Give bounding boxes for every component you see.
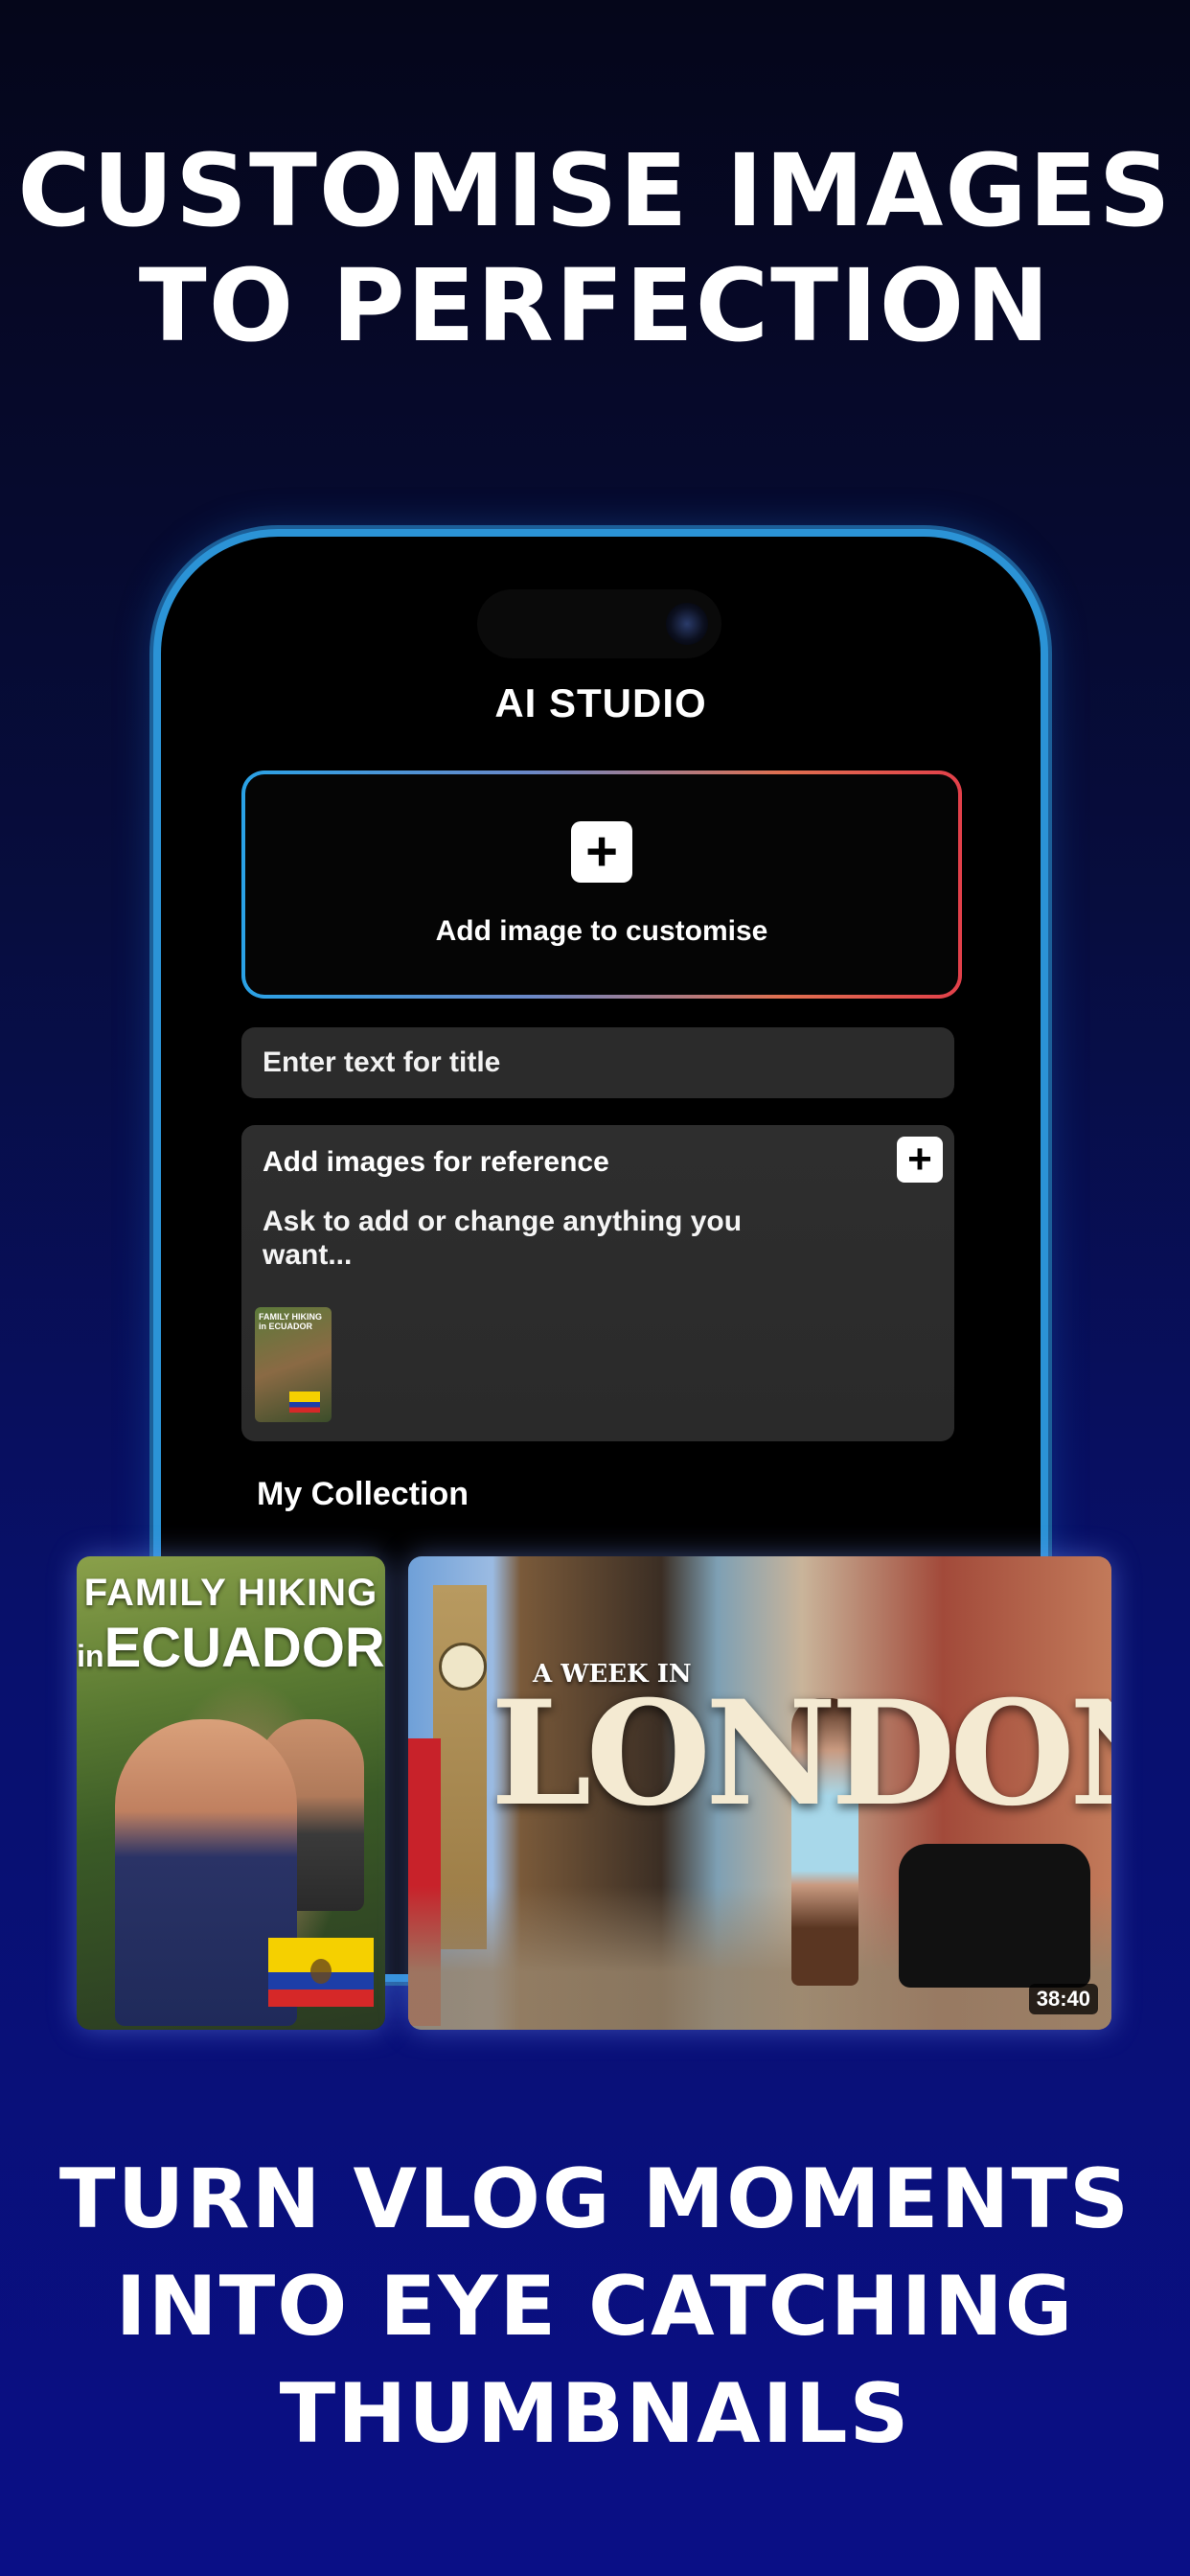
video-duration-badge: 38:40	[1028, 1984, 1098, 2014]
thumbnail-ecuador[interactable]: FAMILY HIKING inECUADOR	[77, 1556, 385, 2030]
thumbnail-title: LONDON	[491, 1669, 1111, 1838]
headline-top-line-1: CUSTOMISE IMAGES	[17, 132, 1173, 249]
reference-title: Add images for reference	[263, 1146, 609, 1178]
headline-top-line-2: TO PERFECTION	[138, 246, 1052, 364]
reference-panel: Add images for reference + Ask to add or…	[241, 1125, 954, 1441]
headline-bottom-line-1: TURN VLOG MOMENTS	[58, 2151, 1132, 2247]
add-image-card[interactable]: + Add image to customise	[241, 770, 962, 999]
reference-thumbnail[interactable]: FAMILY HIKING in ECUADOR	[255, 1307, 332, 1422]
camera-icon	[666, 603, 708, 645]
thumbnail-title-line-2: inECUADOR	[77, 1616, 385, 1680]
thumbnail-title-line-1: FAMILY HIKING	[83, 1572, 378, 1614]
ecuador-flag-icon	[289, 1392, 320, 1413]
screen-title: AI STUDIO	[494, 680, 707, 725]
my-collection-label: My Collection	[257, 1476, 469, 1512]
headline-top: CUSTOMISE IMAGES TO PERFECTION	[0, 132, 1190, 364]
thumbnail-london[interactable]: A WEEK IN LONDON 38:40	[408, 1556, 1111, 2030]
taxi-image	[899, 1844, 1090, 1988]
headline-bottom-line-2: INTO EYE CATCHING	[115, 2258, 1075, 2355]
prompt-input[interactable]: Ask to add or change anything you want..…	[263, 1206, 761, 1272]
thumbnail-title-main: ECUADOR	[103, 1617, 385, 1679]
dynamic-island	[477, 589, 721, 658]
headline-bottom: TURN VLOG MOMENTS INTO EYE CATCHING THUM…	[0, 2147, 1190, 2468]
plus-icon[interactable]: +	[571, 821, 632, 883]
title-input[interactable]: Enter text for title	[241, 1027, 954, 1098]
reference-thumbnail-text: FAMILY HIKING in ECUADOR	[259, 1312, 323, 1331]
add-image-label: Add image to customise	[435, 915, 768, 947]
add-reference-plus-icon[interactable]: +	[897, 1137, 943, 1183]
ecuador-flag-icon	[268, 1938, 374, 2007]
headline-bottom-line-3: THUMBNAILS	[279, 2365, 911, 2462]
thumbnail-title-small: in	[77, 1639, 104, 1673]
